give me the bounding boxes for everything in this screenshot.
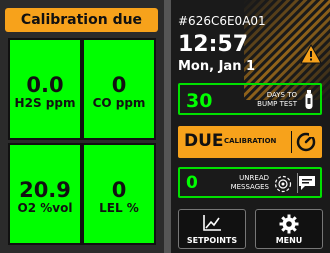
gas-label: CO ppm — [92, 96, 146, 110]
messages-label-line2: MESSAGES — [230, 183, 269, 191]
setpoints-button[interactable]: SETPOINTS — [178, 209, 246, 249]
bump-days-value: 30 — [186, 90, 213, 112]
gear-icon-wrap — [256, 214, 322, 238]
bump-label-line1: DAYS TO — [266, 91, 297, 99]
messages-card[interactable]: 0 UNREAD MESSAGES — [178, 167, 322, 198]
setpoints-label: SETPOINTS — [186, 236, 238, 245]
bump-label-line2: BUMP TEST — [257, 100, 297, 108]
gas-readings-panel: Calibration due 0.0 H2S ppm 0 CO ppm 20.… — [0, 0, 164, 253]
gas-label: O2 %vol — [17, 201, 73, 215]
calibration-label: CALIBRATION — [224, 137, 277, 145]
menu-button[interactable]: MENU — [255, 209, 323, 249]
bump-test-card[interactable]: 30 DAYS TO BUMP TEST — [178, 83, 322, 115]
clock-date: Mon, Jan 1 — [178, 59, 256, 74]
calibration-status: DUE — [184, 131, 224, 151]
calibration-separator — [291, 131, 292, 153]
gas-tile-co[interactable]: 0 CO ppm — [82, 38, 156, 140]
gas-value: 0 — [111, 178, 127, 202]
status-banner: Calibration due — [5, 8, 158, 32]
status-panel: #626C6E0A01 12:57 Mon, Jan 1 30 DAYS TO … — [171, 0, 330, 253]
gas-label: H2S ppm — [14, 96, 76, 110]
gas-tile-lel[interactable]: 0 LEL % — [82, 143, 156, 245]
gas-tile-o2[interactable]: 20.9 O2 %vol — [8, 143, 82, 245]
calibration-due-card[interactable]: DUE CALIBRATION — [178, 126, 322, 158]
target-icon — [274, 175, 292, 193]
line-graph-icon — [203, 215, 221, 231]
gas-label: LEL % — [99, 201, 139, 215]
device-id: #626C6E0A01 — [178, 14, 266, 28]
gas-tile-h2s[interactable]: 0.0 H2S ppm — [8, 38, 82, 140]
gear-icon — [279, 214, 299, 234]
messages-label-line1: UNREAD — [239, 174, 269, 182]
gas-cylinder-icon — [305, 90, 313, 109]
bump-label: DAYS TO BUMP TEST — [235, 91, 297, 109]
gas-value: 20.9 — [19, 178, 71, 202]
gas-value: 0 — [111, 73, 127, 97]
message-count: 0 — [186, 173, 198, 193]
line-graph-icon-wrap — [179, 214, 245, 236]
clock-time: 12:57 — [178, 32, 249, 57]
warning-triangle-icon[interactable] — [300, 44, 322, 64]
gas-value: 0.0 — [26, 73, 64, 97]
menu-label: MENU — [275, 236, 303, 245]
panel-divider — [164, 0, 171, 253]
gauge-icon — [296, 132, 316, 152]
chat-icon — [299, 176, 315, 190]
messages-label: UNREAD MESSAGES — [215, 174, 269, 192]
